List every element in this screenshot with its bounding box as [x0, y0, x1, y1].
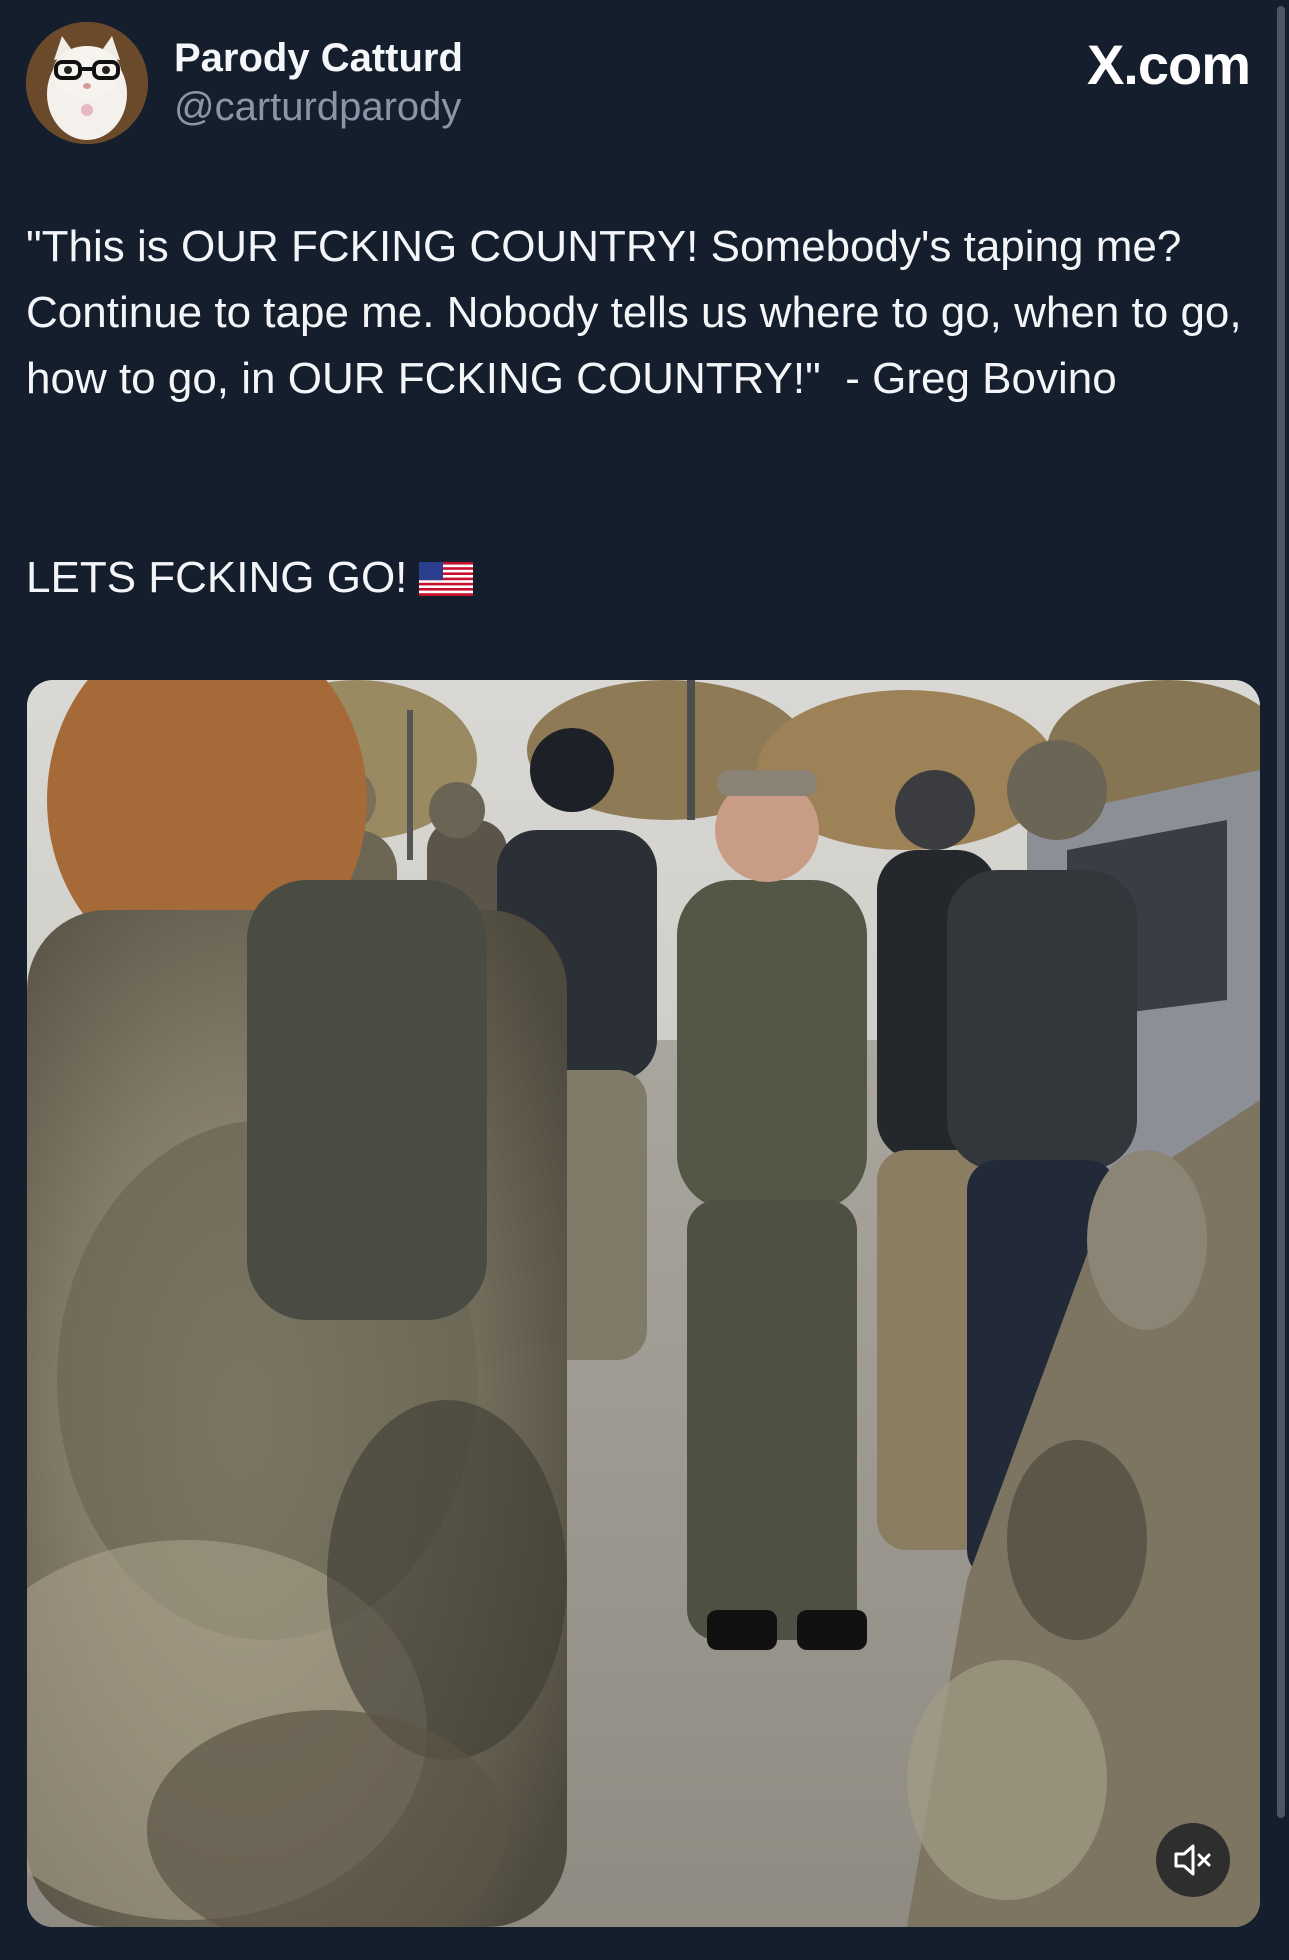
tweet-text-line2: LETS FCKING GO! — [26, 545, 474, 611]
scrollbar[interactable] — [1277, 6, 1285, 1818]
tweet-header: Parody Catturd @carturdparody X.com — [26, 22, 1266, 147]
tweet-text-line2-label: LETS FCKING GO! — [26, 553, 408, 602]
video-media[interactable] — [27, 680, 1260, 1927]
handle[interactable]: @carturdparody — [174, 82, 463, 132]
display-name[interactable]: Parody Catturd — [174, 34, 463, 82]
mute-button[interactable] — [1156, 1823, 1230, 1897]
x-brand-logo: X.com — [1086, 33, 1251, 96]
avatar[interactable] — [26, 22, 148, 144]
author-names[interactable]: Parody Catturd @carturdparody — [174, 34, 463, 132]
flag-us-icon — [419, 562, 474, 596]
tweet-card: Parody Catturd @carturdparody X.com "Thi… — [0, 0, 1289, 1960]
video-thumbnail — [27, 680, 1260, 1927]
mute-icon — [1174, 1844, 1211, 1876]
cat-avatar-icon — [26, 22, 148, 144]
tweet-text: "This is OUR FCKING COUNTRY! Somebody's … — [26, 222, 1254, 403]
